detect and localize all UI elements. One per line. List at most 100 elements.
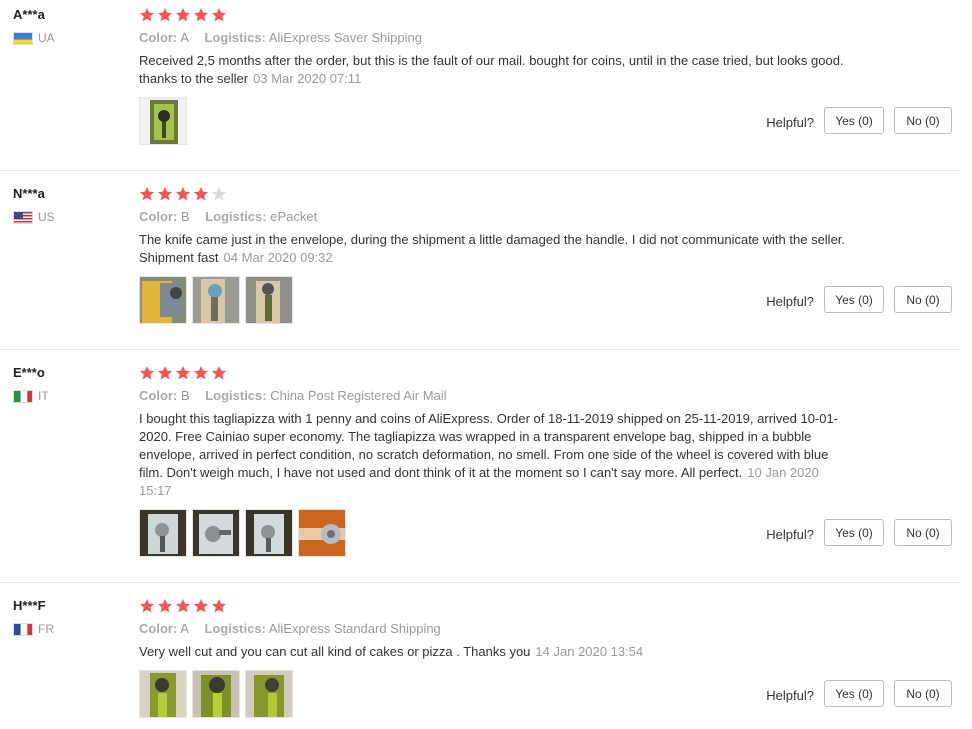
review-photo-thumbnail[interactable] bbox=[298, 509, 346, 557]
ukraine-flag-icon bbox=[13, 31, 33, 45]
star-filled-icon bbox=[194, 8, 208, 22]
review-meta: Color: B Logistics: ePacket bbox=[139, 209, 859, 224]
review-meta: Color: A Logistics: AliExpress Saver Shi… bbox=[139, 30, 859, 45]
review-photo-thumbnail[interactable] bbox=[139, 276, 187, 324]
helpful-label: Helpful? bbox=[766, 527, 814, 542]
country-code: UA bbox=[38, 31, 55, 45]
review-photo-thumbnail[interactable] bbox=[245, 276, 293, 324]
star-filled-icon bbox=[158, 366, 172, 380]
star-filled-icon bbox=[212, 8, 226, 22]
color-value: B bbox=[180, 209, 190, 224]
helpful-label: Helpful? bbox=[766, 294, 814, 309]
review-content: I bought this tagliapizza with 1 penny a… bbox=[139, 411, 839, 480]
helpful-no-button[interactable]: No (0) bbox=[894, 286, 952, 313]
review-photo-thumbnail[interactable] bbox=[245, 670, 293, 718]
color-value: B bbox=[180, 388, 190, 403]
reviewer-info: H***F FR bbox=[13, 597, 54, 636]
review-photo-thumbnail[interactable] bbox=[192, 509, 240, 557]
helpful-yes-button[interactable]: Yes (0) bbox=[824, 680, 884, 707]
review-date: 14 Jan 2020 13:54 bbox=[535, 644, 644, 659]
star-empty-icon bbox=[212, 187, 226, 201]
color-label: Color: bbox=[139, 30, 178, 45]
color-label: Color: bbox=[139, 209, 178, 224]
logistics-label: Logistics: bbox=[204, 30, 266, 45]
review-photo-thumbnail[interactable] bbox=[139, 670, 187, 718]
star-filled-icon bbox=[176, 599, 190, 613]
helpful-yes-button[interactable]: Yes (0) bbox=[824, 107, 884, 134]
italy-flag-icon bbox=[13, 389, 33, 403]
star-filled-icon bbox=[176, 8, 190, 22]
star-filled-icon bbox=[176, 366, 190, 380]
review-text: Very well cut and you can cut all kind o… bbox=[139, 643, 854, 661]
review-photos bbox=[139, 670, 859, 718]
country-code: US bbox=[38, 210, 55, 224]
star-filled-icon bbox=[158, 599, 172, 613]
review-body: Color: B Logistics: China Post Registere… bbox=[139, 364, 859, 557]
color-value: A bbox=[180, 30, 189, 45]
logistics-label: Logistics: bbox=[205, 209, 267, 224]
helpful-vote: Helpful? Yes (0) No (0) bbox=[766, 680, 952, 707]
helpful-no-button[interactable]: No (0) bbox=[894, 107, 952, 134]
review-photos bbox=[139, 97, 859, 145]
logistics-value: ePacket bbox=[270, 209, 318, 224]
reviewer-info: N***a US bbox=[13, 185, 55, 224]
star-rating bbox=[139, 185, 859, 203]
star-filled-icon bbox=[194, 366, 208, 380]
review-text: The knife came just in the envelope, dur… bbox=[139, 231, 854, 267]
review-photo-thumbnail[interactable] bbox=[139, 97, 187, 145]
helpful-yes-button[interactable]: Yes (0) bbox=[824, 519, 884, 546]
star-filled-icon bbox=[140, 187, 154, 201]
star-filled-icon bbox=[176, 187, 190, 201]
country-code: IT bbox=[38, 389, 49, 403]
review-item: N***a US Color: B Logistics: ePacket The… bbox=[0, 171, 960, 350]
reviewer-name: E***o bbox=[13, 365, 45, 380]
star-filled-icon bbox=[212, 599, 226, 613]
star-filled-icon bbox=[194, 599, 208, 613]
logistics-label: Logistics: bbox=[205, 388, 267, 403]
review-photos bbox=[139, 509, 859, 557]
reviewer-info: A***a UA bbox=[13, 6, 55, 45]
review-photo-thumbnail[interactable] bbox=[139, 509, 187, 557]
reviewer-name: H***F bbox=[13, 598, 46, 613]
color-value: A bbox=[180, 621, 189, 636]
star-filled-icon bbox=[140, 599, 154, 613]
helpful-label: Helpful? bbox=[766, 115, 814, 130]
helpful-vote: Helpful? Yes (0) No (0) bbox=[766, 519, 952, 546]
review-meta: Color: A Logistics: AliExpress Standard … bbox=[139, 621, 859, 636]
reviewer-country: US bbox=[13, 210, 55, 224]
review-photo-thumbnail[interactable] bbox=[192, 670, 240, 718]
color-label: Color: bbox=[139, 388, 178, 403]
star-filled-icon bbox=[158, 187, 172, 201]
star-filled-icon bbox=[194, 187, 208, 201]
star-rating bbox=[139, 597, 859, 615]
reviewer-country: IT bbox=[13, 389, 49, 403]
review-content: Very well cut and you can cut all kind o… bbox=[139, 644, 531, 659]
review-photo-thumbnail[interactable] bbox=[192, 276, 240, 324]
france-flag-icon bbox=[13, 622, 33, 636]
star-rating bbox=[139, 6, 859, 24]
logistics-value: China Post Registered Air Mail bbox=[270, 388, 447, 403]
logistics-value: AliExpress Standard Shipping bbox=[268, 621, 441, 636]
logistics-label: Logistics: bbox=[204, 621, 266, 636]
helpful-no-button[interactable]: No (0) bbox=[894, 680, 952, 707]
helpful-vote: Helpful? Yes (0) No (0) bbox=[766, 286, 952, 313]
review-item: H***F FR Color: A Logistics: AliExpress … bbox=[0, 583, 960, 729]
review-photo-thumbnail[interactable] bbox=[245, 509, 293, 557]
country-code: FR bbox=[38, 622, 54, 636]
star-filled-icon bbox=[212, 366, 226, 380]
review-body: Color: B Logistics: ePacket The knife ca… bbox=[139, 185, 859, 324]
review-date: 03 Mar 2020 07:11 bbox=[253, 71, 362, 86]
review-date: 04 Mar 2020 09:32 bbox=[223, 250, 333, 265]
reviewer-info: E***o IT bbox=[13, 364, 49, 403]
helpful-yes-button[interactable]: Yes (0) bbox=[824, 286, 884, 313]
review-text: I bought this tagliapizza with 1 penny a… bbox=[139, 410, 854, 500]
review-item: E***o IT Color: B Logistics: China Post … bbox=[0, 350, 960, 583]
helpful-no-button[interactable]: No (0) bbox=[894, 519, 952, 546]
usa-flag-icon bbox=[13, 210, 33, 224]
review-body: Color: A Logistics: AliExpress Saver Shi… bbox=[139, 6, 859, 145]
logistics-value: AliExpress Saver Shipping bbox=[268, 30, 422, 45]
review-content: Received 2,5 months after the order, but… bbox=[139, 53, 844, 86]
review-body: Color: A Logistics: AliExpress Standard … bbox=[139, 597, 859, 718]
helpful-vote: Helpful? Yes (0) No (0) bbox=[766, 107, 952, 134]
review-meta: Color: B Logistics: China Post Registere… bbox=[139, 388, 859, 403]
